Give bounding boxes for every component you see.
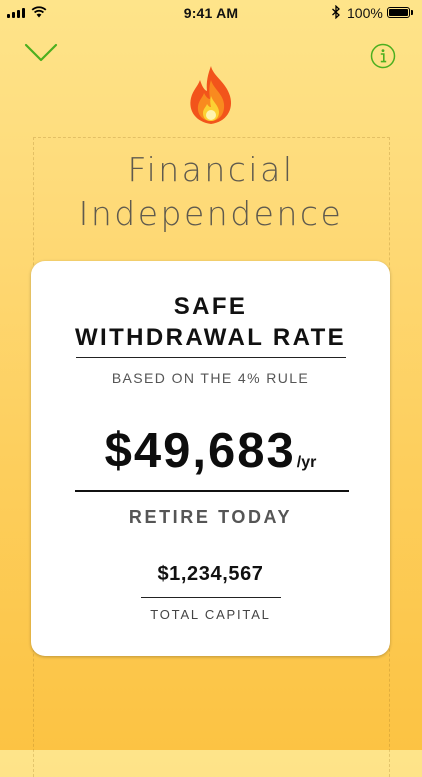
capital-divider bbox=[141, 597, 281, 598]
page-title-line1: Financial bbox=[127, 150, 295, 189]
amount-row: $49,683/yr bbox=[31, 423, 390, 479]
amount-unit: /yr bbox=[296, 454, 317, 471]
total-capital-label: TOTAL CAPITAL bbox=[150, 607, 271, 622]
battery-tip bbox=[411, 10, 413, 15]
page-title: Financial Independence bbox=[0, 148, 422, 236]
retire-today-button[interactable]: RETIRE TODAY bbox=[31, 507, 390, 528]
status-bar: 9:41 AM 100% bbox=[0, 0, 422, 26]
battery-percent: 100% bbox=[347, 5, 383, 21]
battery-icon bbox=[387, 7, 410, 18]
page-title-line2: Independence bbox=[78, 194, 344, 233]
bluetooth-icon bbox=[332, 5, 340, 19]
card-subtitle: BASED ON THE 4% RULE bbox=[111, 370, 310, 386]
card-heading-line2: WITHDRAWAL RATE bbox=[74, 324, 347, 351]
heading-divider bbox=[76, 357, 346, 358]
card-heading-line1: SAFE bbox=[173, 293, 248, 320]
info-icon[interactable] bbox=[370, 43, 396, 69]
swr-card: SAFE WITHDRAWAL RATE BASED ON THE 4% RUL… bbox=[31, 261, 390, 656]
checkmark-icon[interactable] bbox=[24, 40, 58, 64]
amount-divider bbox=[75, 490, 349, 492]
withdrawal-amount: $49,683 bbox=[104, 424, 296, 478]
card-heading: SAFE WITHDRAWAL RATE bbox=[31, 291, 390, 353]
total-capital-value[interactable]: $1,234,567 bbox=[31, 563, 390, 586]
fire-emoji-icon bbox=[190, 66, 232, 124]
